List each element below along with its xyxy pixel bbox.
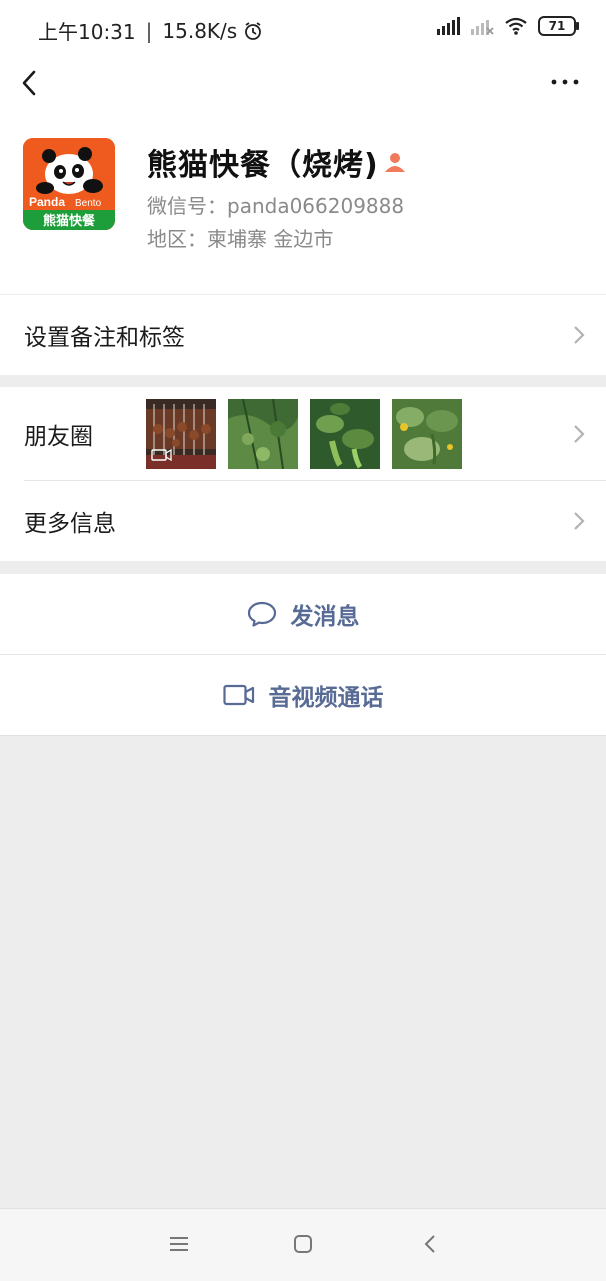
- back-arrow-icon[interactable]: [18, 66, 42, 100]
- battery-level: 71: [548, 19, 566, 33]
- status-bar: 上午10:31 | 15.8K/s 71: [0, 0, 606, 56]
- remarks-row[interactable]: 设置备注和标签: [0, 295, 606, 375]
- status-time: 上午10:31: [38, 20, 136, 44]
- avatar-brand-text: Panda: [29, 195, 65, 209]
- status-net-speed: 15.8K/s: [162, 18, 238, 43]
- menu-icon[interactable]: [168, 1233, 190, 1255]
- chevron-right-icon: [574, 326, 585, 344]
- video-call-button[interactable]: 音视频通话: [0, 655, 606, 735]
- wechat-id: 微信号：panda066209888: [147, 194, 405, 218]
- top-bar: [0, 56, 606, 110]
- status-left: 上午10:31 | 15.8K/s: [38, 16, 263, 45]
- home-icon[interactable]: [292, 1233, 314, 1255]
- moments-label: 朋友圈: [24, 424, 93, 450]
- contact-name: 熊猫快餐（烧烤): [147, 148, 379, 183]
- avatar-bento-text: Bento: [75, 198, 102, 209]
- chevron-right-icon: [574, 512, 585, 530]
- status-right: 71: [436, 16, 579, 36]
- profile-header: Panda Bento 熊猫快餐 熊猫快餐（烧烤) 微信号：panda06620…: [0, 110, 606, 294]
- remarks-section: 设置备注和标签: [0, 295, 606, 375]
- wifi-icon: [505, 17, 527, 35]
- nav-back-icon[interactable]: [420, 1233, 442, 1255]
- send-message-button[interactable]: 发消息: [0, 574, 606, 654]
- moments-thumb-3: [310, 399, 380, 469]
- chevron-right-icon: [574, 425, 585, 443]
- avatar[interactable]: Panda Bento 熊猫快餐: [23, 138, 115, 230]
- more-info-row[interactable]: 更多信息: [0, 481, 606, 561]
- system-nav-bar: [0, 1208, 606, 1281]
- moments-thumb-1: [146, 399, 216, 469]
- contact-person-icon: [384, 153, 405, 172]
- remarks-label: 设置备注和标签: [24, 325, 185, 351]
- name-row: 熊猫快餐（烧烤): [147, 140, 407, 184]
- chat-bubble-icon: [247, 601, 276, 627]
- status-separator: |: [145, 18, 153, 43]
- battery-icon: 71: [538, 16, 579, 36]
- video-call-icon: [222, 684, 254, 706]
- avatar-cn-text: 熊猫快餐: [43, 213, 96, 229]
- send-message-label: 发消息: [290, 604, 360, 630]
- panda-logo-image: Panda Bento 熊猫快餐: [23, 138, 115, 230]
- alarm-icon: [245, 21, 262, 40]
- more-dots-icon[interactable]: [550, 70, 580, 94]
- signal-icon: [437, 17, 460, 35]
- moments-thumb-4: [392, 399, 462, 469]
- signal-muted-icon: [471, 20, 494, 35]
- moments-thumb-2: [228, 399, 298, 469]
- divider: [0, 735, 606, 736]
- more-info-label: 更多信息: [24, 511, 116, 537]
- moments-thumbnails: [146, 399, 462, 469]
- region: 地区：柬埔寨 金边市: [147, 227, 334, 251]
- moments-row[interactable]: 朋友圈: [0, 387, 606, 481]
- info-section: 朋友圈 更多信息: [0, 387, 606, 561]
- video-call-label: 音视频通话: [268, 685, 384, 711]
